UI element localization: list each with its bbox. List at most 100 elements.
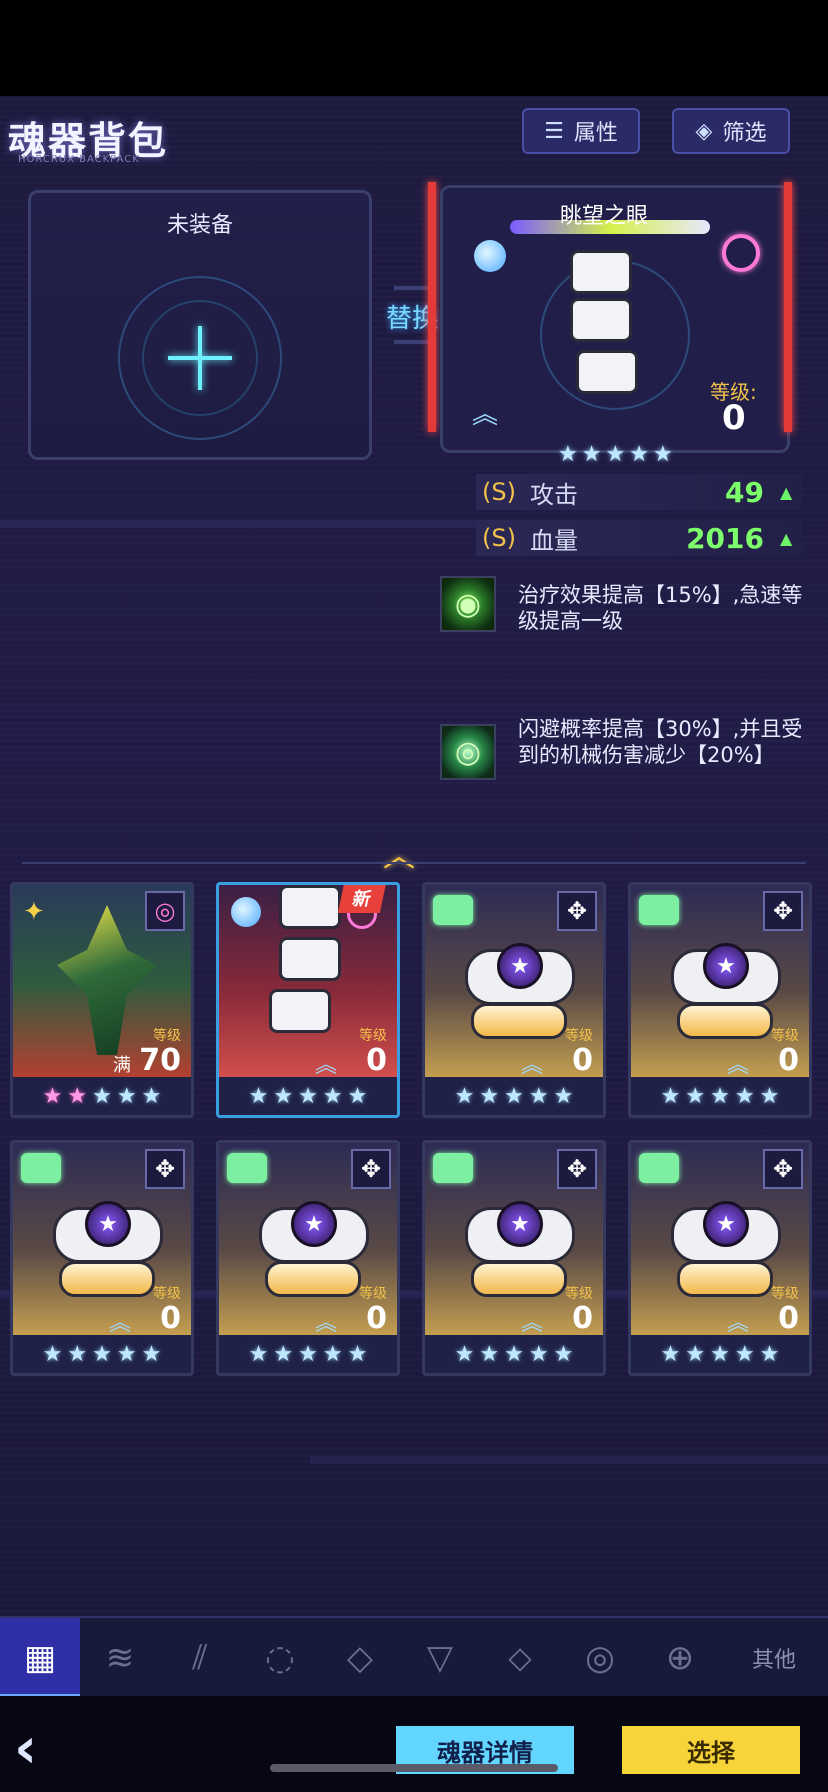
star-icon: ★ — [710, 1083, 730, 1109]
card-stars: ★ ★ ★ ★ ★ — [631, 1077, 809, 1115]
horcrux-card[interactable]: ✥ ★ 等级 0 ︽ ★ ★ ★ ★ ★ — [628, 1140, 812, 1376]
compass-icon: ◌ — [265, 1638, 295, 1678]
horcrux-card[interactable]: ✥ ★ 等级 0 ︽ ★ ★ ★ ★ ★ — [422, 1140, 606, 1376]
home-indicator — [270, 1764, 558, 1772]
star-icon: ★ — [660, 1341, 681, 1367]
card-level-label: 等级 — [153, 1286, 181, 1302]
horcrux-card[interactable]: ✥ ★ 等级 0 ︽ ★ ★ ★ ★ ★ — [216, 1140, 400, 1376]
wifi-icon: ≋ — [105, 1638, 135, 1678]
page-subtitle: HORCRUX BACKPACK — [18, 154, 140, 165]
element-orb-icon — [231, 897, 261, 927]
star-icon: ★ — [581, 442, 602, 467]
card-stars: ★ ★ ★ ★ ★ — [219, 1077, 397, 1115]
status-bar — [0, 0, 828, 96]
stat-grade: (S) — [482, 524, 516, 552]
card-level-label: 等级 — [153, 1028, 181, 1044]
stat-name: 血量 — [530, 526, 578, 555]
mech-art: ★ — [461, 939, 579, 1043]
star-icon: ★ — [273, 1083, 294, 1109]
card-stars: ★ ★ ★ ★ ★ — [425, 1335, 603, 1373]
horcrux-card[interactable]: 新等级 0 ︽ ★ ★ ★ ★ ★ — [216, 882, 400, 1118]
star-icon: ★ — [504, 1341, 524, 1367]
tab-gamepad[interactable]: ⊕ — [640, 1618, 720, 1698]
attributes-button[interactable]: ☰ 属性 — [522, 108, 640, 154]
star-icon: ★ — [734, 1083, 755, 1109]
star-icon: ★ — [710, 1341, 730, 1367]
rarity-bar-right — [784, 182, 792, 432]
star-icon: ★ — [42, 1083, 63, 1109]
stat-up-arrow-icon: ▲ — [780, 528, 793, 548]
card-level-label: 等级 — [565, 1028, 593, 1044]
card-level-value: 0 — [778, 1043, 799, 1078]
stat-name: 攻击 — [530, 480, 578, 509]
rank-up-icon: ︽ — [727, 1053, 750, 1078]
star-icon: ★ — [528, 1341, 549, 1367]
star-icon: ★ — [685, 1341, 706, 1367]
card-level-label: 等级 — [565, 1286, 593, 1302]
tab-wifi[interactable]: ≋ — [80, 1618, 160, 1698]
horcrux-card[interactable]: ✥ ★ 等级 0 ︽ ★ ★ ★ ★ ★ — [10, 1140, 194, 1376]
card-stars: ★ ★ ★ ★ ★ — [425, 1077, 603, 1115]
tab-other[interactable]: 其他 — [720, 1618, 828, 1698]
tab-all[interactable]: ▦ — [0, 1618, 80, 1698]
back-arrow-icon[interactable]: ‹ — [14, 1716, 37, 1781]
divider — [22, 862, 806, 864]
mech-art: ★ — [667, 939, 785, 1043]
star-icon: ★ — [298, 1083, 318, 1109]
dpad-icon: ✥ — [351, 1149, 391, 1189]
element-capsule-icon — [433, 895, 473, 925]
element-capsule-icon — [639, 895, 679, 925]
mech-art: ★ — [49, 1197, 167, 1301]
star-icon: ★ — [273, 1341, 294, 1367]
tab-triangle[interactable]: ▽ — [400, 1618, 480, 1698]
dpad-icon: ✥ — [145, 1149, 185, 1189]
spiral-icon: ◎ — [585, 1638, 615, 1678]
star-icon: ★ — [67, 1341, 88, 1367]
star-icon: ★ — [322, 1341, 343, 1367]
element-capsule-icon — [227, 1153, 267, 1183]
tab-spiral[interactable]: ◎ — [560, 1618, 640, 1698]
horcrux-card[interactable]: ✦ ◎ 等级 70 满 ★ ★ ★ ★ ★ — [10, 882, 194, 1118]
horcrux-card[interactable]: ✥ ★ 等级 0 ︽ ★ ★ ★ ★ ★ — [422, 882, 606, 1118]
element-capsule-icon — [21, 1153, 61, 1183]
dpad-icon: ✥ — [557, 1149, 597, 1189]
equipped-name: 眺望之眼 — [560, 204, 649, 229]
gamepad-icon: ⊕ — [665, 1638, 695, 1678]
rarity-bar-left — [428, 182, 436, 432]
card-level-value: 70 — [139, 1043, 181, 1078]
card-level-value: 0 — [366, 1043, 387, 1078]
dpad-icon: ✥ — [763, 1149, 803, 1189]
scanline — [310, 1456, 828, 1464]
star-icon: ★ — [734, 1341, 755, 1367]
card-stars: ★ ★ ★ ★ ★ — [13, 1077, 191, 1115]
tab-compass[interactable]: ◌ — [240, 1618, 320, 1698]
empty-slot-label: 未装备 — [166, 213, 233, 238]
rank-up-icon: ︽ — [315, 1053, 338, 1078]
spiral-icon — [722, 234, 760, 272]
star-icon: ★ — [454, 1083, 475, 1109]
element-capsule-icon — [639, 1153, 679, 1183]
stat-row-hp: (S) 血量 2016 ▲ — [476, 520, 802, 556]
card-level-label: 等级 — [771, 1286, 799, 1302]
tab-diamond[interactable]: ◇ — [320, 1618, 400, 1698]
star-icon: ★ — [553, 1341, 574, 1367]
star-icon: ★ — [759, 1083, 780, 1109]
mech-art: ★ — [667, 1197, 785, 1301]
star-icon: ★ — [116, 1083, 137, 1109]
star-icon: ★ — [298, 1341, 318, 1367]
star-icon: ★ — [479, 1341, 500, 1367]
dodge-eye-icon[interactable]: ◎ — [440, 724, 496, 780]
star-icon: ★ — [558, 442, 578, 467]
filter-button[interactable]: ◈ 筛选 — [672, 108, 790, 154]
category-tabs: ▦ ≋ ⫽ ◌ ◇ ▽ ⬦ ◎ ⊕ 其他 — [0, 1616, 828, 1698]
stat-row-attack: (S) 攻击 49 ▲ — [476, 474, 802, 510]
tab-dpad[interactable]: ⬦ — [480, 1618, 560, 1698]
layers-icon: ◈ — [695, 118, 713, 144]
horcrux-card[interactable]: ✥ ★ 等级 0 ︽ ★ ★ ★ ★ ★ — [628, 882, 812, 1118]
element-capsule-icon — [433, 1153, 473, 1183]
chevron-up-icon[interactable]: ︿ — [383, 830, 415, 876]
tab-slash[interactable]: ⫽ — [160, 1618, 240, 1698]
healing-eye-icon[interactable]: ◉ — [440, 576, 496, 632]
select-button[interactable]: 选择 — [622, 1726, 800, 1774]
star-icon: ★ — [248, 1341, 269, 1367]
